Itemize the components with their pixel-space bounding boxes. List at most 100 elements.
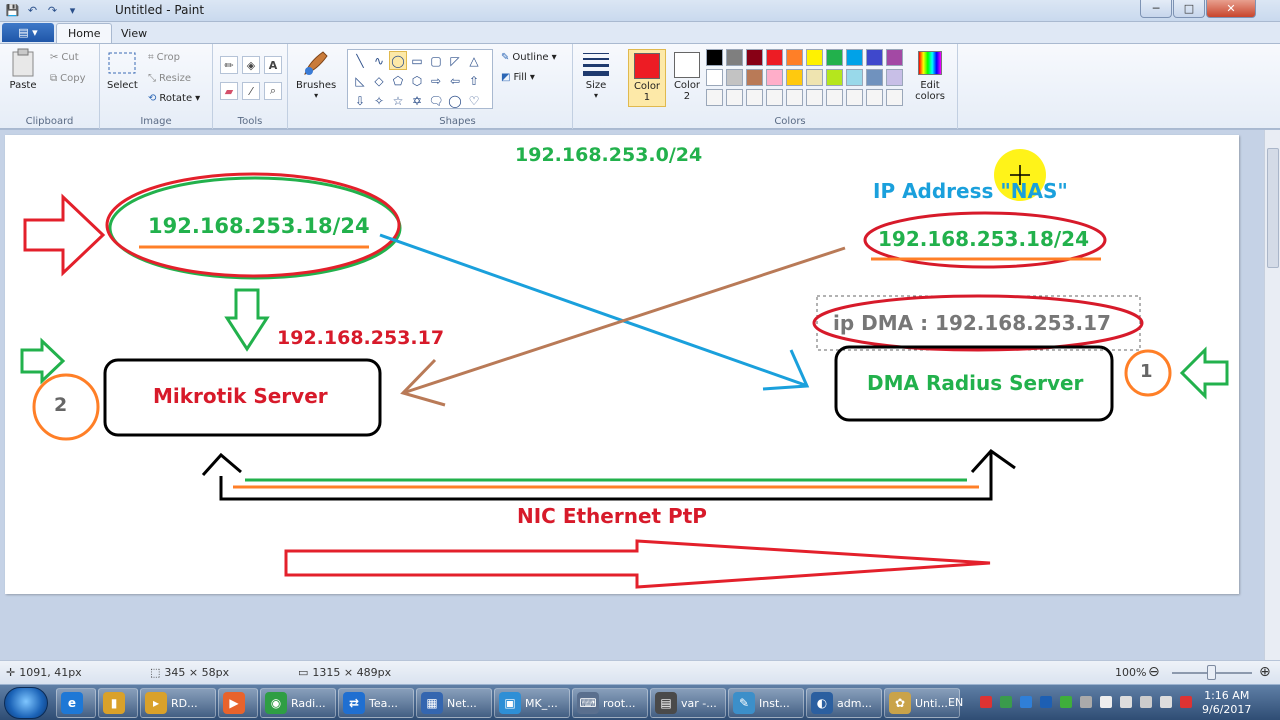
redo-icon[interactable]: ↷ [44, 2, 61, 19]
zoom-in-icon[interactable]: ⊕ [1259, 664, 1271, 680]
color-swatch[interactable] [866, 69, 883, 86]
shape-option[interactable]: 🗨 [427, 91, 445, 110]
shape-option[interactable]: ✧ [370, 91, 388, 110]
magnifier-icon[interactable]: ⌕ [264, 82, 282, 100]
shape-option[interactable]: ◯ [389, 51, 407, 70]
fill-button[interactable]: ◩ Fill ▾ [501, 72, 535, 83]
usb-icon[interactable] [1100, 696, 1112, 708]
taskbar-button[interactable]: ⇄ Tea... [338, 688, 414, 718]
color-swatch[interactable] [726, 69, 743, 86]
drawing-canvas[interactable]: 192.168.253.0/24 192.168.253.18/24 192.1… [5, 135, 1239, 594]
undo-icon[interactable]: ↶ [24, 2, 41, 19]
shape-option[interactable]: ▭ [408, 51, 426, 70]
outline-button[interactable]: ✎ Outline ▾ [501, 52, 557, 63]
color-swatch[interactable] [886, 89, 903, 106]
pencil-icon[interactable]: ✏ [220, 56, 238, 74]
copy-button[interactable]: ⧉ Copy [50, 73, 86, 84]
color-1-button[interactable]: Color 1 [628, 49, 666, 107]
start-button[interactable] [4, 687, 48, 719]
shape-option[interactable]: ⬠ [389, 71, 407, 90]
teamviewer-tray-icon[interactable] [1020, 696, 1032, 708]
vertical-scrollbar[interactable] [1264, 130, 1280, 660]
color-swatch[interactable] [846, 49, 863, 66]
maximize-button[interactable]: □ [1173, 0, 1205, 18]
color-swatch[interactable] [866, 89, 883, 106]
shape-option[interactable]: ⇨ [427, 71, 445, 90]
taskbar-button[interactable]: ⌨ root... [572, 688, 648, 718]
tab-view[interactable]: View [110, 23, 158, 43]
taskbar-button[interactable]: ◐ adm... [806, 688, 882, 718]
color-swatch[interactable] [826, 89, 843, 106]
eraser-icon[interactable]: ▰ [220, 82, 238, 100]
color-swatch[interactable] [806, 49, 823, 66]
color-swatch[interactable] [746, 89, 763, 106]
color-swatch[interactable] [786, 69, 803, 86]
color-swatch[interactable] [766, 89, 783, 106]
crop-button[interactable]: ⌗ Crop [148, 52, 180, 63]
shape-option[interactable]: ⬡ [408, 71, 426, 90]
taskbar-button[interactable]: e [56, 688, 96, 718]
resize-button[interactable]: ⤡ Resize [148, 73, 191, 84]
cut-button[interactable]: ✂ Cut [50, 52, 79, 63]
zoom-slider-thumb[interactable] [1207, 665, 1216, 680]
color-swatch[interactable] [726, 89, 743, 106]
color-picker-icon[interactable]: ⁄ [242, 82, 260, 100]
color-swatch[interactable] [846, 89, 863, 106]
shield-icon[interactable] [1080, 696, 1092, 708]
shape-option[interactable]: ⇩ [351, 91, 369, 110]
file-menu-button[interactable]: ▤ ▾ [2, 23, 54, 42]
quick-access-dropdown-icon[interactable]: ▾ [64, 2, 81, 19]
edit-colors-button[interactable]: Edit colors [915, 48, 945, 102]
taskbar-button[interactable]: ▸ RD... [140, 688, 216, 718]
shape-option[interactable]: ◯ [446, 91, 464, 110]
minimize-button[interactable]: ─ [1140, 0, 1172, 18]
taskbar-button[interactable]: ✎ Inst... [728, 688, 804, 718]
shape-option[interactable]: ▢ [427, 51, 445, 70]
shape-option[interactable]: ⇦ [446, 71, 464, 90]
shape-option[interactable]: ◺ [351, 71, 369, 90]
taskbar-button[interactable]: ▣ MK_... [494, 688, 570, 718]
color-swatch[interactable] [706, 89, 723, 106]
save-icon[interactable]: 💾 [4, 2, 21, 19]
color-swatch[interactable] [826, 49, 843, 66]
volume-icon[interactable] [1160, 696, 1172, 708]
color-swatch[interactable] [746, 49, 763, 66]
color-swatch[interactable] [706, 49, 723, 66]
brushes-button[interactable]: Brushes ▾ [296, 48, 336, 100]
zoom-out-icon[interactable]: ⊖ [1148, 664, 1160, 680]
shape-option[interactable]: ╲ [351, 51, 369, 70]
text-tool-icon[interactable]: A [264, 56, 282, 74]
paste-button[interactable]: Paste [8, 48, 38, 91]
size-button[interactable]: Size ▾ [581, 48, 611, 100]
shapes-gallery[interactable]: ╲ ∿ ◯ ▭ ▢ ◸ △ ◺ ◇ ⬠ ⬡ ⇨ ⇦ ⇧ ⇩ ✧ ☆ ✡ 🗨 ◯ ♡ [347, 49, 493, 109]
clock[interactable]: 1:16 AM 9/6/2017 [1202, 689, 1251, 717]
rotate-button[interactable]: ⟲ Rotate ▾ [148, 93, 200, 104]
close-button[interactable]: ✕ [1206, 0, 1256, 18]
network-alert-icon[interactable] [980, 696, 992, 708]
taskbar-button[interactable]: ▶ [218, 688, 258, 718]
color-swatch[interactable] [886, 49, 903, 66]
app-tray-icon[interactable] [1000, 696, 1012, 708]
language-indicator[interactable]: EN [948, 696, 963, 709]
color-swatch[interactable] [786, 89, 803, 106]
color-swatch[interactable] [706, 69, 723, 86]
shape-option[interactable]: ◸ [446, 51, 464, 70]
color-swatch[interactable] [746, 69, 763, 86]
signal-icon[interactable] [1140, 696, 1152, 708]
fill-bucket-icon[interactable]: ◈ [242, 56, 260, 74]
color-swatch[interactable] [766, 49, 783, 66]
color-swatch[interactable] [806, 89, 823, 106]
taskbar-button[interactable]: ◉ Radi... [260, 688, 336, 718]
battery-icon[interactable] [1120, 696, 1132, 708]
color-swatch[interactable] [846, 69, 863, 86]
taskbar-button[interactable]: ▦ Net... [416, 688, 492, 718]
shape-option[interactable]: ♡ [465, 91, 483, 110]
color-swatch[interactable] [786, 49, 803, 66]
shape-option[interactable]: △ [465, 51, 483, 70]
shape-option[interactable]: ◇ [370, 71, 388, 90]
tab-home[interactable]: Home [56, 23, 113, 43]
color-swatch[interactable] [826, 69, 843, 86]
shape-option[interactable]: ⇧ [465, 71, 483, 90]
flag-icon[interactable] [1180, 696, 1192, 708]
color-swatch[interactable] [806, 69, 823, 86]
